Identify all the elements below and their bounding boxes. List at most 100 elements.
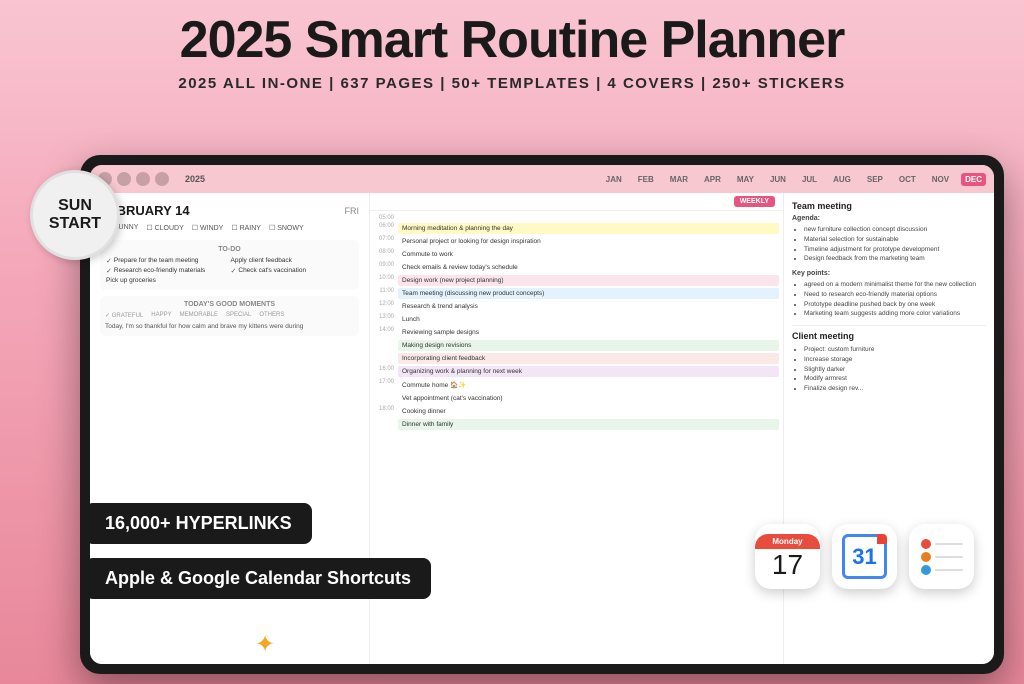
month-jun[interactable]: JUN xyxy=(766,173,790,186)
month-jan[interactable]: JAN xyxy=(602,173,626,186)
reminders-icon[interactable] xyxy=(909,524,974,589)
apple-cal-day-number: 17 xyxy=(772,551,803,579)
event-cooking: Cooking dinner xyxy=(398,406,779,417)
event-row-5: 10:00 Design work (new project planning) xyxy=(374,275,779,286)
key-point-3: Prototype deadline pushed back by one we… xyxy=(804,300,986,310)
time-0600: 06:00 xyxy=(374,223,394,229)
client-list: Project: custom furniture Increase stora… xyxy=(792,345,986,394)
topbar-icon-3 xyxy=(136,172,150,186)
month-sep[interactable]: SEP xyxy=(863,173,887,186)
agenda-list: new furniture collection concept discuss… xyxy=(792,225,986,264)
reminder-dot-blue xyxy=(921,565,931,575)
month-mar[interactable]: MAR xyxy=(666,173,692,186)
time-1700: 17:00 xyxy=(374,379,394,385)
google-calendar-icon[interactable]: 31 xyxy=(832,524,897,589)
event-row-12: 16:00 Organizing work & planning for nex… xyxy=(374,366,779,377)
month-aug[interactable]: AUG xyxy=(829,173,855,186)
agenda-label: Agenda: xyxy=(792,215,986,222)
date-header: FEBRUARY 14 FRI xyxy=(100,203,359,218)
weekly-header: WEEKLY xyxy=(370,193,783,211)
apple-calendar-icon[interactable]: Monday 17 xyxy=(755,524,820,589)
right-panel: Team meeting Agenda: new furniture colle… xyxy=(784,193,994,664)
event-organizing: Organizing work & planning for next week xyxy=(398,366,779,377)
client-item-2: Increase storage xyxy=(804,355,986,365)
event-commute: Commute to work xyxy=(398,249,779,260)
month-oct[interactable]: OCT xyxy=(895,173,920,186)
good-moments-section: TODAY'S GOOD MOMENTS ✓ GRATEFUL HAPPY ME… xyxy=(100,296,359,336)
agenda-item-2: Material selection for sustainable xyxy=(804,235,986,245)
topbar-months: JAN FEB MAR APR MAY JUN JUL AUG SEP OCT … xyxy=(602,173,986,186)
reminder-dot-red xyxy=(921,539,931,549)
google-cal-corner xyxy=(877,534,887,544)
event-row-0: 05:00 xyxy=(374,215,779,221)
start-label: START xyxy=(49,215,101,233)
time-entries: 05:00 06:00 Morning meditation & plannin… xyxy=(370,211,783,436)
main-title: 2025 Smart Routine Planner xyxy=(0,12,1024,69)
hyperlinks-badge: 16,000+ HYPERLINKS xyxy=(85,503,312,544)
google-cal-inner: 31 xyxy=(842,534,887,579)
weather-snowy: ☐ SNOWY xyxy=(269,224,304,232)
time-0500: 05:00 xyxy=(374,215,394,221)
key-point-1: agreed on a modern minimalist theme for … xyxy=(804,280,986,290)
month-jul[interactable]: JUL xyxy=(798,173,821,186)
event-team-meeting: Team meeting (discussing new product con… xyxy=(398,288,779,299)
moments-text: Today, I'm so thankful for how calm and … xyxy=(105,322,354,331)
month-dec[interactable]: DEC xyxy=(961,173,986,186)
weekly-panel: WEEKLY 05:00 06:00 Morning meditation & … xyxy=(370,193,784,664)
hyperlinks-text: 16,000+ HYPERLINKS xyxy=(105,513,292,533)
event-check-emails: Check emails & review today's schedule xyxy=(398,262,779,273)
event-research: Research & trend analysis xyxy=(398,301,779,312)
event-client-feedback: Incorporating client feedback xyxy=(398,353,779,364)
todo-section: To-do ✓ Prepare for the team meeting App… xyxy=(100,240,359,290)
topbar-icon-4 xyxy=(155,172,169,186)
weather-windy: ☐ WINDY xyxy=(192,224,224,232)
event-lunch: Lunch xyxy=(398,314,779,325)
event-row-8: 13:00 Lunch xyxy=(374,314,779,325)
month-apr[interactable]: APR xyxy=(700,173,725,186)
client-item-5: Finalize design rev... xyxy=(804,384,986,394)
team-meeting-title: Team meeting xyxy=(792,201,986,211)
month-may[interactable]: MAY xyxy=(733,173,758,186)
month-nov[interactable]: NOV xyxy=(928,173,953,186)
todo-label: To-do xyxy=(106,246,353,253)
todo-item-3: Pick up groceries xyxy=(106,277,229,284)
event-row-9: 14:00 Reviewing sample designs xyxy=(374,327,779,338)
event-morning-meditation: Morning meditation & planning the day xyxy=(398,223,779,234)
client-meeting-title: Client meeting xyxy=(792,331,986,341)
event-design-revisions: Making design revisions xyxy=(398,340,779,351)
time-1000: 10:00 xyxy=(374,275,394,281)
reminder-line-3 xyxy=(935,569,963,571)
time-1200: 12:00 xyxy=(374,301,394,307)
cat-special: SPECIAL xyxy=(226,312,251,319)
client-item-1: Project: custom furniture xyxy=(804,345,986,355)
event-commute-home: Commute home 🏠✨ xyxy=(398,379,779,391)
event-dinner: Dinner with family xyxy=(398,419,779,430)
cat-happy: HAPPY xyxy=(151,312,171,319)
month-feb[interactable]: FEB xyxy=(634,173,658,186)
agenda-item-4: Design feedback from the marketing team xyxy=(804,254,986,264)
cat-grateful: ✓ GRATEFUL xyxy=(105,312,143,319)
sun-label: SUN xyxy=(58,197,92,215)
event-personal-project: Personal project or looking for design i… xyxy=(398,236,779,247)
event-row-16: Dinner with family xyxy=(374,419,779,430)
key-points-list: agreed on a modern minimalist theme for … xyxy=(792,280,986,319)
time-1300: 13:00 xyxy=(374,314,394,320)
weather-bar: ✓ SUNNY ☐ CLOUDY ☐ WINDY ☐ RAINY ☐ SNOWY xyxy=(100,224,359,232)
reminder-dot-orange xyxy=(921,552,931,562)
tablet-topbar: 2025 JAN FEB MAR APR MAY JUN JUL AUG SEP… xyxy=(90,165,994,193)
event-row-10: Making design revisions xyxy=(374,340,779,351)
key-points-label: Key points: xyxy=(792,270,986,277)
event-row-11: Incorporating client feedback xyxy=(374,353,779,364)
time-0800: 08:00 xyxy=(374,249,394,255)
cat-others: OTHERS xyxy=(259,312,284,319)
reminder-row-2 xyxy=(921,552,963,562)
topbar-icons xyxy=(98,172,169,186)
decorative-star: ✦ xyxy=(255,630,275,659)
event-row-2: 07:00 Personal project or looking for de… xyxy=(374,236,779,247)
event-row-7: 12:00 Research & trend analysis xyxy=(374,301,779,312)
time-0700: 07:00 xyxy=(374,236,394,242)
calendar-shortcuts-badge: Apple & Google Calendar Shortcuts xyxy=(85,558,431,599)
time-0900: 09:00 xyxy=(374,262,394,268)
key-point-2: Need to research eco-friendly material o… xyxy=(804,290,986,300)
event-row-1: 06:00 Morning meditation & planning the … xyxy=(374,223,779,234)
